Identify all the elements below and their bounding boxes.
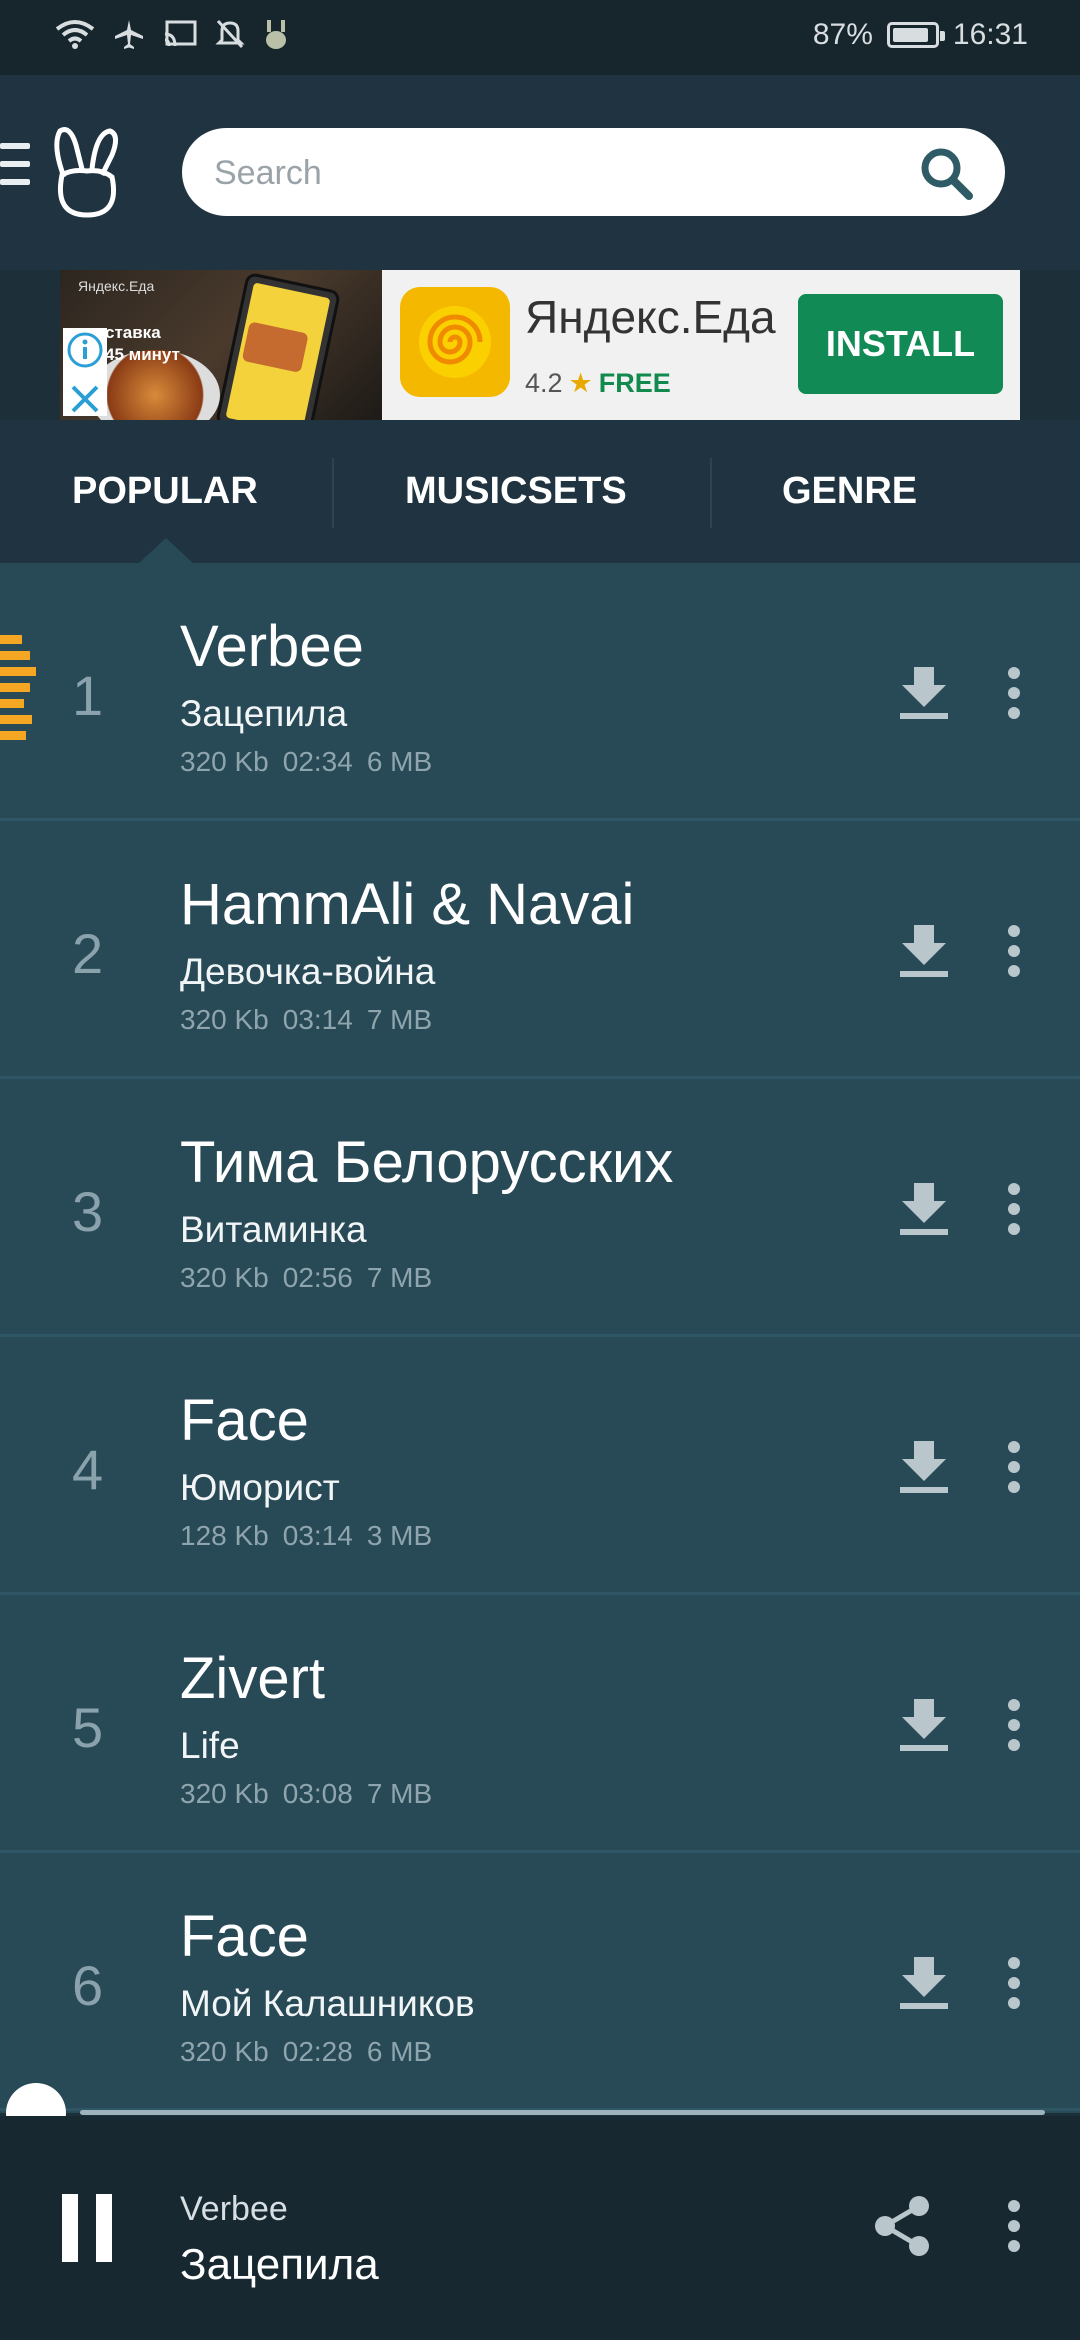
mute-notifications-icon — [215, 19, 245, 49]
tab-genre[interactable]: GENRE — [782, 470, 917, 513]
ad-choices[interactable] — [63, 328, 107, 416]
track-artist: Zivert — [180, 1646, 325, 1711]
tab-divider — [332, 458, 334, 528]
track-meta: 320 Kb 02:28 6 MB — [180, 2036, 433, 2067]
active-tab-indicator — [138, 538, 194, 564]
info-icon[interactable] — [63, 328, 107, 372]
spiral-icon — [419, 306, 491, 378]
status-bar: 87% 16:31 — [0, 0, 1080, 75]
tab-musicsets[interactable]: MUSICSETS — [405, 470, 627, 513]
search-bar — [182, 128, 1005, 218]
track-artist: Verbee — [180, 614, 364, 679]
ad-meta: 4.2 ★ FREE — [525, 368, 671, 399]
tab-bar: POPULAR MUSICSETS GENRE — [0, 420, 1080, 564]
track-row[interactable]: 3 Тима Белорусских Витаминка 320 Kb 02:56… — [0, 1079, 1080, 1337]
track-title: Зацепила — [180, 693, 348, 734]
ad-app-name: Яндекс.Еда — [525, 291, 776, 343]
more-options-icon[interactable] — [1006, 1697, 1022, 1753]
track-row[interactable]: 5 Zivert Life 320 Kb 03:08 7 MB — [0, 1595, 1080, 1853]
close-ad-icon[interactable] — [63, 377, 107, 420]
star-icon: ★ — [568, 368, 593, 398]
more-options-icon[interactable] — [1006, 665, 1022, 721]
track-number: 6 — [72, 1954, 104, 2017]
ad-banner[interactable]: Яндекс.Еда ставка 45 минут Яндекс.Еда 4.2… — [60, 270, 1020, 420]
track-number: 5 — [72, 1696, 104, 1759]
track-row[interactable]: 4 Face Юморист 128 Kb 03:14 3 MB — [0, 1337, 1080, 1595]
ad-brand-small: Яндекс.Еда — [78, 278, 155, 294]
player-artist: Verbee — [180, 2190, 288, 2228]
track-artist: HammAli & Navai — [180, 872, 635, 937]
share-icon[interactable] — [873, 2194, 933, 2258]
track-meta: 320 Kb 02:56 7 MB — [180, 1262, 433, 1293]
ad-app-icon[interactable] — [400, 287, 510, 397]
track-title: Девочка-война — [180, 951, 436, 992]
track-number: 4 — [72, 1438, 104, 1501]
install-button[interactable]: INSTALL — [798, 294, 1003, 394]
tab-popular[interactable]: POPULAR — [72, 470, 258, 513]
track-title: Витаминка — [180, 1209, 367, 1250]
airplane-icon — [115, 20, 143, 49]
download-icon[interactable] — [898, 665, 950, 721]
track-number: 3 — [72, 1180, 104, 1243]
more-options-icon[interactable] — [1006, 2198, 1022, 2254]
track-meta: 320 Kb 03:14 7 MB — [180, 1004, 433, 1035]
battery-icon — [886, 22, 945, 48]
more-options-icon[interactable] — [1006, 1181, 1022, 1237]
ad-price: FREE — [598, 368, 671, 398]
track-row[interactable]: 6 Face Мой Калашников 320 Kb 02:28 6 MB — [0, 1853, 1080, 2111]
track-list: 1 Verbee Зацепила 320 Kb 02:34 6 MB 2 Hamm… — [0, 563, 1080, 2113]
pause-icon[interactable] — [62, 2194, 130, 2267]
seek-track[interactable] — [80, 2110, 1045, 2115]
track-title: Юморист — [180, 1467, 340, 1508]
track-row[interactable]: 1 Verbee Зацепила 320 Kb 02:34 6 MB — [0, 563, 1080, 821]
search-icon[interactable] — [919, 146, 975, 202]
track-meta: 128 Kb 03:14 3 MB — [180, 1520, 433, 1551]
track-number: 1 — [72, 664, 104, 727]
more-options-icon[interactable] — [1006, 1955, 1022, 2011]
ad-promo-text: ставка 45 минут — [105, 323, 180, 364]
tab-divider — [710, 458, 712, 528]
track-number: 2 — [72, 922, 104, 985]
track-artist: Тима Белорусских — [180, 1130, 674, 1195]
mini-player: Verbee Зацепила — [0, 2116, 1080, 2340]
ad-image[interactable]: Яндекс.Еда ставка 45 минут — [60, 270, 382, 420]
download-icon[interactable] — [898, 1955, 950, 2011]
track-title: Мой Калашников — [180, 1983, 475, 2024]
ad-rating: 4.2 — [525, 368, 563, 398]
track-title: Life — [180, 1725, 240, 1766]
player-title: Зацепила — [180, 2240, 379, 2289]
cast-icon — [164, 20, 197, 47]
app-bar — [0, 75, 1080, 270]
more-options-icon[interactable] — [1006, 923, 1022, 979]
download-icon[interactable] — [898, 923, 950, 979]
download-icon[interactable] — [898, 1181, 950, 1237]
download-icon[interactable] — [898, 1439, 950, 1495]
track-artist: Face — [180, 1904, 309, 1969]
now-playing-equalizer-icon — [0, 635, 36, 740]
download-icon[interactable] — [898, 1697, 950, 1753]
app-notification-icon — [266, 20, 286, 49]
battery-percent: 87% — [812, 18, 873, 51]
wifi-icon — [55, 20, 95, 49]
track-meta: 320 Kb 02:34 6 MB — [180, 746, 433, 777]
menu-icon[interactable] — [0, 143, 30, 191]
track-meta: 320 Kb 03:08 7 MB — [180, 1778, 433, 1809]
clock: 16:31 — [952, 18, 1028, 51]
track-row[interactable]: 2 HammAli & Navai Девочка-война 320 Kb 03… — [0, 821, 1080, 1079]
bunny-logo-icon[interactable] — [52, 125, 122, 221]
ad-phone-image — [214, 271, 342, 420]
search-input[interactable] — [212, 128, 896, 218]
track-artist: Face — [180, 1388, 309, 1453]
more-options-icon[interactable] — [1006, 1439, 1022, 1495]
